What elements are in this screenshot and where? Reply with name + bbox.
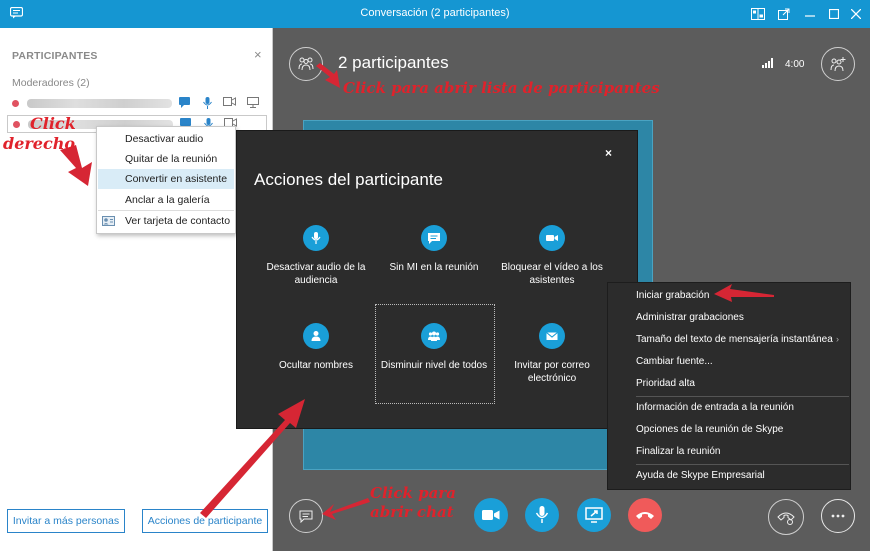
annotation-click: Click <box>30 114 76 133</box>
annotation-open-participants: Click para abrir lista de participantes <box>343 79 660 97</box>
annotation-open-chat: abrir chat <box>370 503 454 521</box>
annotation-derecho: derecho <box>3 134 76 153</box>
arrow-participants <box>316 63 340 88</box>
arrow-recording <box>714 284 774 302</box>
annotation-click-para: Click para <box>370 484 456 502</box>
arrow-chat <box>322 498 370 520</box>
arrow-actions-button <box>200 399 305 518</box>
